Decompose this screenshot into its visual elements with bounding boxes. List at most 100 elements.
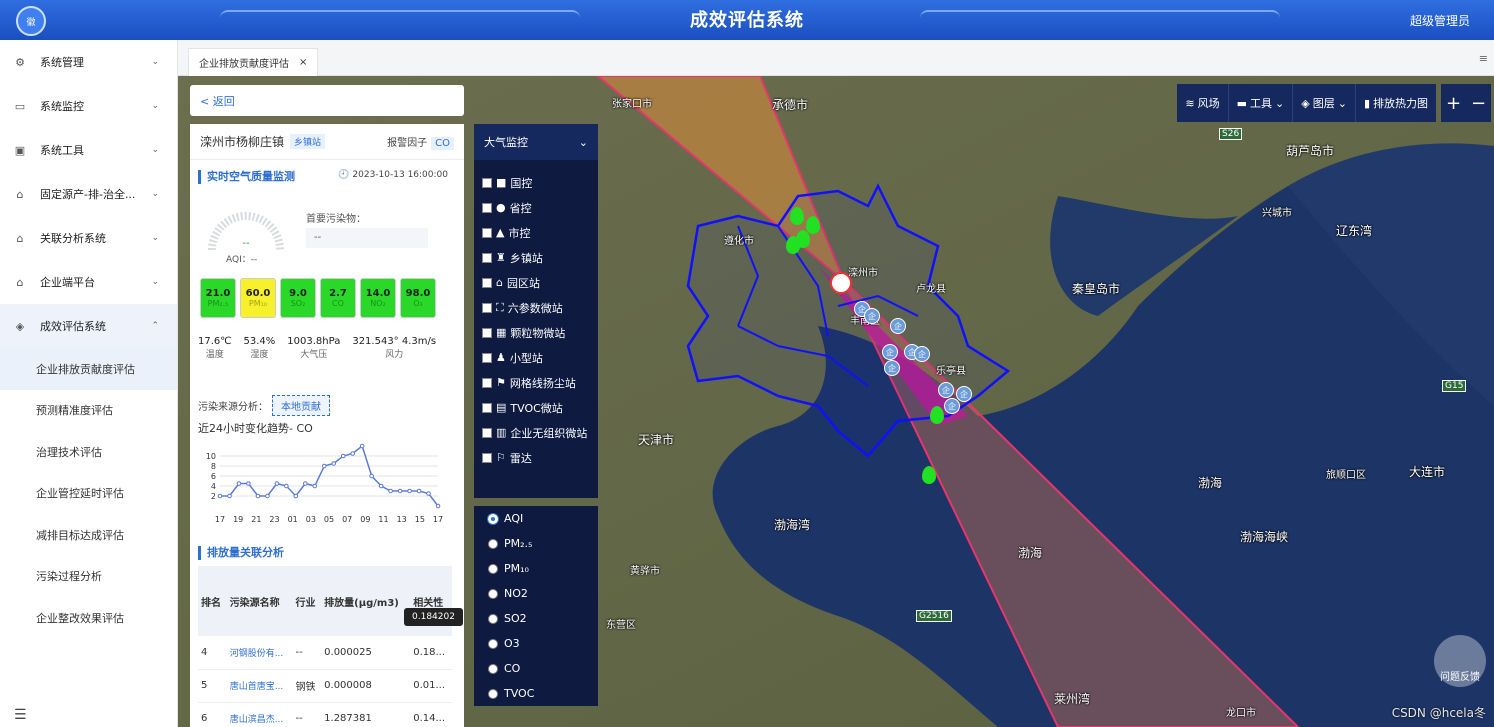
table-header[interactable]: 排放量(μg/m3) (321, 566, 411, 636)
checkbox[interactable] (482, 177, 492, 188)
checkbox[interactable] (482, 252, 492, 263)
pollutant-option[interactable]: NO2 (474, 581, 598, 606)
sidebar-subitem-1[interactable]: 预测精准度评估 (0, 390, 177, 432)
map-view[interactable]: 承德市 葫芦岛市 秦皇岛市 天津市 大连市 渤海湾 渤海海峡 辽东湾 渤海 渤海 莱州湾 张家口市 遵化… (178, 76, 1494, 727)
sidebar-item-5[interactable]: ⌂ 企业端平台 ⌄ (0, 260, 177, 304)
sidebar-subitem-0[interactable]: 企业排放贡献度评估 (0, 348, 177, 390)
pollutant-tile: 60.0 PM₁₀ (240, 278, 276, 318)
table-header[interactable]: 污染源名称 (226, 566, 293, 636)
sidebar-item-0[interactable]: ⚙ 系统管理 ⌄ (0, 40, 177, 84)
local-contribution-button[interactable]: 本地贡献 (272, 395, 330, 416)
radio[interactable] (488, 563, 498, 574)
radio[interactable] (488, 638, 498, 649)
radio[interactable] (488, 538, 498, 549)
monitor-item[interactable]: ♜ 乡镇站 (474, 245, 598, 270)
table-cell[interactable]: 唐山首唐宝... (226, 669, 293, 703)
monitor-item[interactable]: ■ 国控 (474, 170, 598, 195)
pollutant-option[interactable]: PM₁₀ (474, 556, 598, 581)
checkbox[interactable] (482, 202, 492, 213)
tabs-menu-icon[interactable]: ≡ (1479, 52, 1488, 65)
checkbox[interactable] (482, 327, 492, 338)
checkbox[interactable] (482, 277, 492, 288)
sidebar-item-6[interactable]: ◈ 成效评估系统 ⌃ (0, 304, 177, 348)
table-header[interactable]: 排名 (198, 566, 227, 636)
checkbox[interactable] (482, 227, 492, 238)
tab-enterprise-contribution[interactable]: 企业排放贡献度评估 × (188, 48, 319, 76)
station-marker[interactable] (922, 466, 936, 484)
sidebar-subitem-5[interactable]: 污染过程分析 (0, 556, 177, 598)
pollutant-option[interactable]: O3 (474, 631, 598, 656)
town-icon: ♜ (496, 251, 506, 264)
station-marker[interactable] (806, 216, 820, 234)
table-cell[interactable]: 河钢股份有... (226, 636, 293, 670)
checkbox[interactable] (482, 302, 492, 313)
monitor-item[interactable]: ▦ 颗粒物微站 (474, 320, 598, 345)
monitor-item[interactable]: ▲ 市控 (474, 220, 598, 245)
enterprise-marker[interactable]: 企 (944, 398, 960, 414)
pollutant-option[interactable]: TVOC (474, 681, 598, 706)
monitor-item[interactable]: ♟ 小型站 (474, 345, 598, 370)
monitor-item[interactable]: ⛶ 六参数微站 (474, 295, 598, 320)
table-row[interactable]: 5 唐山首唐宝... 钢铁 0.000008 0.01... (198, 669, 452, 703)
station-marker[interactable] (786, 236, 800, 254)
table-row[interactable]: 4 河钢股份有... -- 0.000025 0.18... (198, 636, 452, 670)
enterprise-marker[interactable]: 企 (882, 344, 898, 360)
checkbox[interactable] (482, 402, 492, 413)
table-header[interactable]: 行业 (292, 566, 322, 636)
enterprise-marker[interactable]: 企 (938, 382, 954, 398)
user-menu[interactable]: 超级管理员 (1410, 12, 1470, 29)
monitor-item[interactable]: ⌂ 园区站 (474, 270, 598, 295)
table-row[interactable]: 6 唐山滨昌杰... -- 1.287381 0.14... (198, 702, 452, 727)
radio[interactable] (488, 513, 498, 524)
table-cell[interactable]: 唐山滨昌杰... (226, 702, 293, 727)
enterprise-marker[interactable]: 企 (914, 346, 930, 362)
enterprise-marker[interactable]: 企 (890, 318, 906, 334)
sidebar-subitem-4[interactable]: 减排目标达成评估 (0, 514, 177, 556)
station-marker[interactable] (790, 207, 804, 225)
collapse-sidebar-icon[interactable]: ☰ (14, 707, 27, 723)
monitor-item[interactable]: ▤ TVOC微站 (474, 395, 598, 420)
sidebar-subitem-2[interactable]: 治理技术评估 (0, 431, 177, 473)
sidebar-item-4[interactable]: ⌂ 关联分析系统 ⌄ (0, 216, 177, 260)
monitor-item[interactable]: ▥ 企业无组织微站 (474, 420, 598, 445)
enterprise-marker[interactable]: 企 (884, 360, 900, 376)
station-marker[interactable] (930, 406, 944, 424)
pollutant-option[interactable]: CO (474, 656, 598, 681)
pollutant-option[interactable]: PM₂.₅ (474, 531, 598, 556)
chevron-down-icon: ⌄ (1337, 96, 1347, 110)
sidebar-subitem-6[interactable]: 企业整改效果评估 (0, 597, 177, 639)
sidebar-item-2[interactable]: ▣ 系统工具 ⌄ (0, 128, 177, 172)
heatmap-button[interactable]: ▮ 排放热力图 (1356, 84, 1436, 122)
monitor-dropdown[interactable]: 大气监控 ⌄ (474, 124, 598, 160)
checkbox[interactable] (482, 452, 492, 463)
radio[interactable] (488, 688, 498, 699)
radio[interactable] (488, 613, 498, 624)
zoom-out-button[interactable]: − (1466, 84, 1491, 122)
checkbox[interactable] (482, 352, 492, 363)
map-place-label: 莱州湾 (1054, 692, 1091, 706)
sidebar-subitem-3[interactable]: 企业管控延时评估 (0, 473, 177, 515)
close-tab-icon[interactable]: × (299, 57, 307, 68)
map-place-label: 张家口市 (612, 99, 652, 110)
pollutant-option[interactable]: SO2 (474, 606, 598, 631)
pollutant-option[interactable]: AQI (474, 506, 598, 531)
back-button[interactable]: < 返回 (190, 85, 464, 116)
layers-button[interactable]: ◈ 图层 ⌄ (1293, 84, 1356, 122)
feedback-button[interactable]: 问题反馈 (1434, 635, 1486, 687)
radio[interactable] (488, 663, 498, 674)
checkbox[interactable] (482, 377, 492, 388)
monitor-item[interactable]: ⚑ 网格线扬尘站 (474, 370, 598, 395)
monitor-item[interactable]: ⚐ 雷达 (474, 445, 598, 470)
sidebar-item-3[interactable]: ⌂ 固定源产-排-治全... ⌄ (0, 172, 177, 216)
zoom-in-button[interactable]: + (1441, 84, 1466, 122)
sidebar-item-1[interactable]: ▭ 系统监控 ⌄ (0, 84, 177, 128)
monitor-title: 大气监控 (484, 136, 528, 149)
checkbox[interactable] (482, 427, 492, 438)
enterprise-marker[interactable]: 企 (956, 386, 972, 402)
tools-button[interactable]: ▬ 工具 ⌄ (1229, 84, 1294, 122)
monitor-item[interactable]: ● 省控 (474, 195, 598, 220)
selected-station-marker[interactable]: ▶ (830, 272, 852, 294)
radio[interactable] (488, 588, 498, 599)
wind-button[interactable]: ≋ 风场 (1177, 84, 1229, 122)
enterprise-marker[interactable]: 企 (864, 308, 880, 324)
